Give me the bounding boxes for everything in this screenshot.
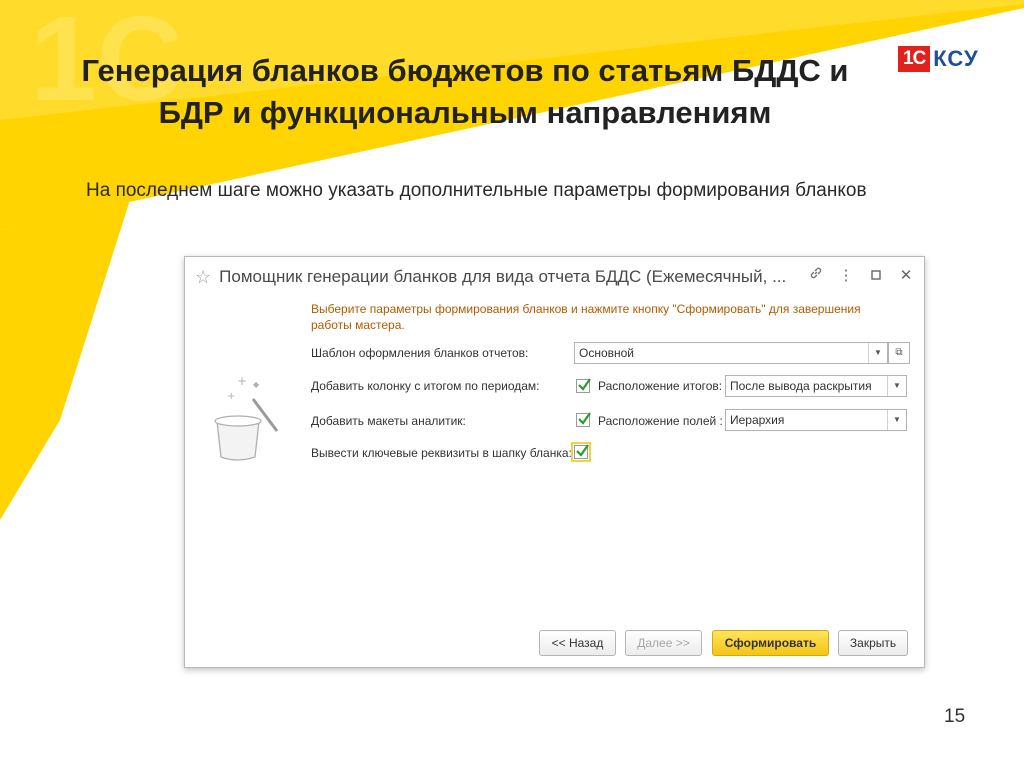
fields-position-select[interactable]: Иерархия ▼ — [725, 409, 907, 431]
slide-title-line-1: Генерация бланков бюджетов по статьям БД… — [81, 53, 849, 88]
svg-text:◆: ◆ — [253, 380, 260, 389]
template-value: Основной — [579, 346, 635, 360]
wizard-hint: Выберите параметры формирования бланков … — [311, 302, 861, 332]
totals-checkbox[interactable] — [576, 378, 591, 393]
svg-text:+: + — [237, 374, 247, 388]
checkmark-icon — [578, 378, 591, 391]
generate-button[interactable]: Сформировать — [712, 630, 829, 656]
slide-title: Генерация бланков бюджетов по статьям БД… — [40, 50, 890, 134]
totals-position-value: После вывода раскрытия — [730, 379, 872, 393]
chevron-down-icon[interactable]: ▼ — [887, 376, 906, 396]
wizard-window: ☆ Помощник генерации бланков для вида от… — [184, 256, 925, 668]
fields-position-value: Иерархия — [730, 413, 785, 427]
checkmark-icon — [578, 412, 591, 425]
key-props-label: Вывести ключевые реквизиты в шапку бланк… — [311, 446, 572, 460]
analytics-checkbox[interactable] — [576, 412, 591, 427]
totals-position-select[interactable]: После вывода раскрытия ▼ — [725, 375, 907, 397]
slide-subtitle: На последнем шаге можно указать дополнит… — [86, 180, 867, 201]
template-select[interactable]: Основной ▼ — [574, 342, 888, 364]
next-button[interactable]: Далее >> — [625, 630, 702, 656]
back-button[interactable]: << Назад — [539, 630, 616, 656]
totals-label: Добавить колонку с итогом по периодам: — [311, 379, 540, 393]
slide-title-line-2: БДР и функциональным направлениям — [158, 95, 772, 130]
logo-text: КСУ — [933, 46, 979, 71]
wizard-content: Выберите параметры формирования бланков … — [185, 257, 924, 667]
fields-position-label: Расположение полей : — [598, 414, 723, 428]
totals-position-label: Расположение итогов: — [598, 379, 723, 393]
key-props-checkbox[interactable] — [571, 442, 591, 462]
checkmark-icon — [576, 444, 589, 457]
template-label: Шаблон оформления бланков отчетов: — [311, 346, 529, 360]
magic-hat-icon: + + ◆ — [214, 374, 279, 461]
analytics-label: Добавить макеты аналитик: — [311, 414, 466, 428]
svg-text:+: + — [227, 391, 235, 402]
open-form-icon[interactable]: ⧉ — [888, 342, 910, 364]
chevron-down-icon[interactable]: ▼ — [887, 410, 906, 430]
chevron-down-icon[interactable]: ▼ — [868, 343, 887, 363]
page-number: 15 — [944, 706, 966, 727]
company-logo: 1С КСУ — [898, 46, 979, 72]
close-button[interactable]: Закрыть — [838, 630, 908, 656]
logo-mark: 1С — [898, 46, 931, 72]
